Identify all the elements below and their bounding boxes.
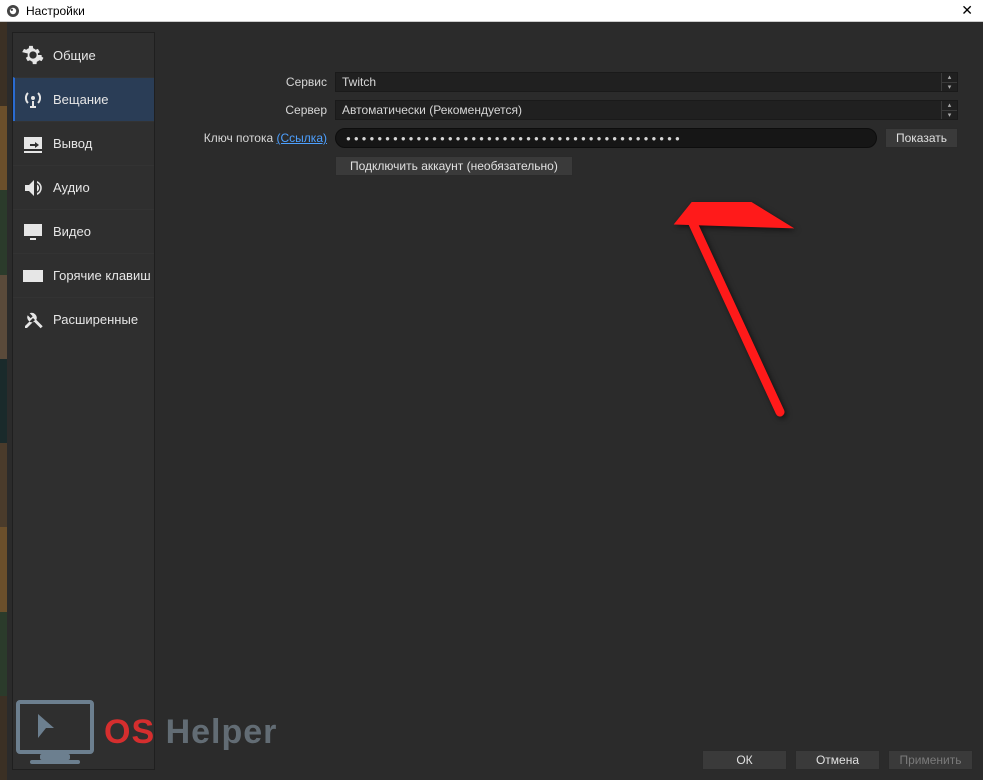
sidebar-item-label: Общие xyxy=(53,48,96,63)
server-select[interactable]: Автоматически (Рекомендуется) ▴▾ xyxy=(335,100,958,120)
audio-icon xyxy=(21,176,45,200)
streamkey-link[interactable]: (Ссылка) xyxy=(277,131,327,145)
server-label: Сервер xyxy=(170,103,335,117)
sidebar-item-video[interactable]: Видео xyxy=(13,209,154,253)
close-button[interactable]: ✕ xyxy=(957,2,977,19)
connect-account-button[interactable]: Подключить аккаунт (необязательно) xyxy=(335,156,573,176)
keyboard-icon xyxy=(21,264,45,288)
spinner-icon: ▴▾ xyxy=(941,73,957,91)
content-pane: Сервис Twitch ▴▾ Сервер Автоматически (Р… xyxy=(155,32,973,770)
app-icon xyxy=(6,4,20,18)
broadcast-icon xyxy=(21,88,45,112)
sidebar-item-audio[interactable]: Аудио xyxy=(13,165,154,209)
sidebar-item-label: Вывод xyxy=(53,136,92,151)
service-select[interactable]: Twitch ▴▾ xyxy=(335,72,958,92)
gear-icon xyxy=(21,43,45,67)
watermark-text: OS Helper xyxy=(104,713,277,752)
apply-button[interactable]: Применить xyxy=(888,750,973,770)
sidebar-item-general[interactable]: Общие xyxy=(13,33,154,77)
sidebar-item-output[interactable]: Вывод xyxy=(13,121,154,165)
sidebar-item-label: Аудио xyxy=(53,180,90,195)
decorative-edge xyxy=(0,22,7,780)
window-title: Настройки xyxy=(26,4,85,18)
arrow-annotation xyxy=(660,202,800,435)
tools-icon xyxy=(21,308,45,332)
sidebar-item-label: Вещание xyxy=(53,92,109,107)
sidebar: Общие Вещание Вывод Аудио xyxy=(12,32,155,770)
ok-button[interactable]: ОК xyxy=(702,750,787,770)
show-key-button[interactable]: Показать xyxy=(885,128,958,148)
sidebar-item-hotkeys[interactable]: Горячие клавиш xyxy=(13,253,154,297)
server-value: Автоматически (Рекомендуется) xyxy=(342,103,522,117)
streamkey-input[interactable]: ●●●●●●●●●●●●●●●●●●●●●●●●●●●●●●●●●●●●●●●●… xyxy=(335,128,877,148)
service-label: Сервис xyxy=(170,75,335,89)
titlebar: Настройки ✕ xyxy=(0,0,983,22)
sidebar-item-stream[interactable]: Вещание xyxy=(13,77,154,121)
output-icon xyxy=(21,132,45,156)
spinner-icon: ▴▾ xyxy=(941,101,957,119)
sidebar-item-label: Видео xyxy=(53,224,91,239)
watermark: OS Helper xyxy=(16,700,277,764)
sidebar-item-label: Горячие клавиш xyxy=(53,268,151,283)
watermark-monitor-icon xyxy=(16,700,94,764)
streamkey-label: Ключ потока (Ссылка) xyxy=(170,131,335,145)
monitor-icon xyxy=(21,220,45,244)
service-value: Twitch xyxy=(342,75,376,89)
cancel-button[interactable]: Отмена xyxy=(795,750,880,770)
sidebar-item-label: Расширенные xyxy=(53,312,138,327)
sidebar-item-advanced[interactable]: Расширенные xyxy=(13,297,154,341)
dialog-buttons: ОК Отмена Применить xyxy=(702,750,973,770)
